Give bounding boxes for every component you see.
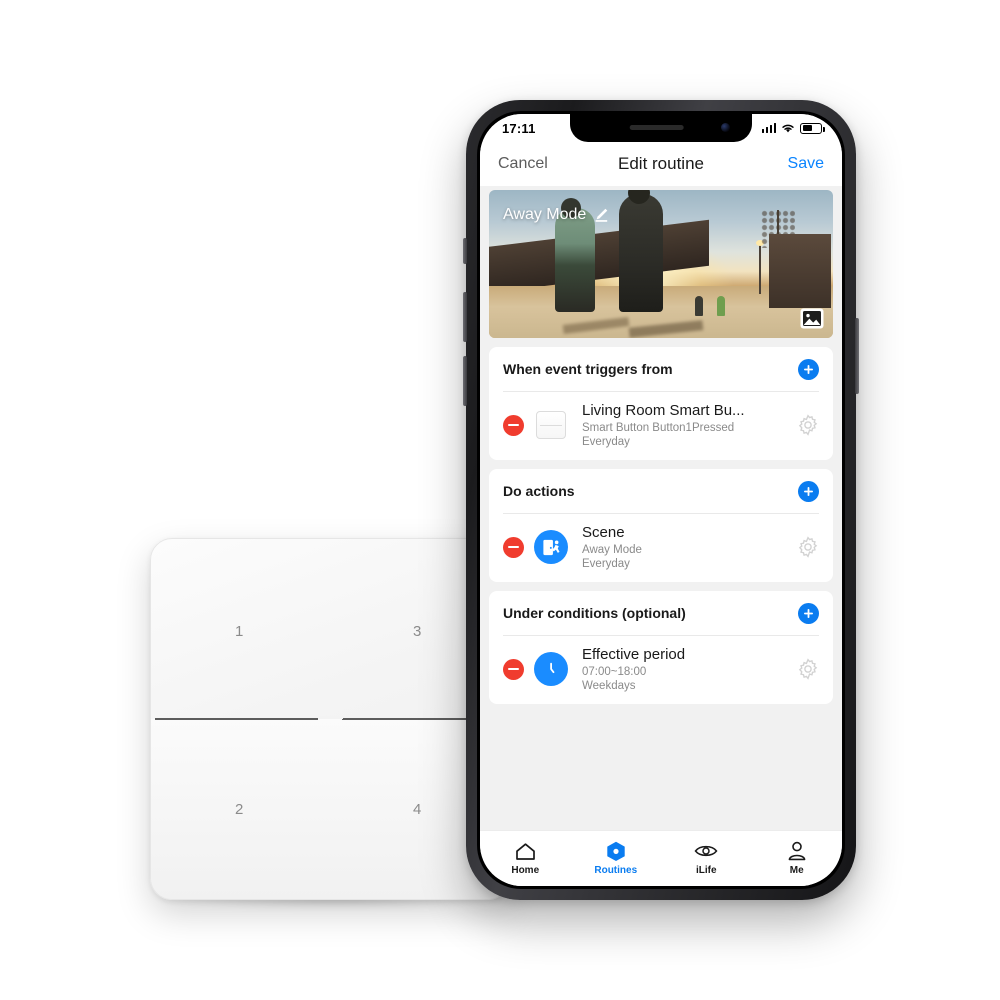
phone-volume-up-button[interactable] (463, 292, 467, 342)
add-action-button[interactable] (798, 480, 819, 502)
hero-runner-2 (619, 190, 663, 312)
condition-text-group: Effective period 07:00~18:00 Weekdays (578, 646, 787, 692)
image-picker-icon[interactable] (800, 308, 824, 329)
tab-me-label: Me (789, 865, 804, 876)
hero-runner-4 (717, 296, 725, 316)
status-bar-time: 17:11 (502, 120, 536, 136)
scene-exit-door-icon (534, 530, 568, 564)
routine-name: Away Mode (503, 206, 587, 223)
condition-title: Effective period (582, 646, 686, 663)
hero-runner-3 (695, 296, 703, 316)
battery-icon (800, 122, 825, 134)
pencil-edit-icon[interactable] (593, 207, 609, 223)
smart-button-device-icon (534, 408, 568, 442)
action-row[interactable]: Scene Away Mode Everyday (489, 514, 833, 582)
trigger-row[interactable]: Living Room Smart Bu... Smart Button But… (489, 392, 833, 460)
condition-subtitle-1: 07:00~18:00 (582, 666, 647, 678)
condition-subtitle-2: Weekdays (582, 680, 636, 692)
routine-cover-image[interactable]: Away Mode (489, 190, 833, 338)
switch-seam-gap (319, 716, 343, 720)
action-subtitle-2: Everyday (582, 558, 630, 570)
tab-me[interactable]: Me (752, 841, 843, 876)
tab-routines[interactable]: Routines (571, 841, 662, 876)
action-title: Scene (582, 524, 625, 541)
action-text-group: Scene Away Mode Everyday (578, 524, 787, 570)
page-title: Edit routine (618, 154, 704, 173)
trigger-subtitle-1: Smart Button Button1Pressed (582, 422, 735, 434)
section-title: Do actions (503, 483, 575, 499)
phone-bezel: 17:11 Cancel Edit routine Save Away Mode… (477, 111, 845, 889)
section-header: When event triggers from (489, 347, 833, 391)
phone-notch (570, 114, 752, 142)
action-subtitle-1: Away Mode (582, 544, 642, 556)
tab-home[interactable]: Home (480, 841, 571, 876)
hexagon-icon (606, 841, 626, 861)
tab-ilife[interactable]: iLife (661, 841, 752, 876)
section-title: Under conditions (optional) (503, 605, 686, 621)
section-title: When event triggers from (503, 361, 673, 377)
remove-condition-button[interactable] (503, 658, 524, 680)
switch-seam-left (155, 718, 318, 720)
front-camera-icon (721, 123, 730, 132)
add-trigger-button[interactable] (798, 358, 819, 380)
hero-wall-decor (489, 219, 709, 294)
switch-button-label-4: 4 (413, 801, 422, 818)
smart-wall-switch-device: 1 3 2 4 (150, 538, 510, 900)
remove-trigger-button[interactable] (503, 414, 524, 436)
condition-row[interactable]: Effective period 07:00~18:00 Weekdays (489, 636, 833, 704)
gear-icon[interactable] (797, 658, 819, 680)
switch-button-label-1: 1 (235, 623, 244, 640)
tab-home-label: Home (511, 865, 540, 876)
hero-title-group: Away Mode (503, 206, 609, 224)
clock-icon (534, 652, 568, 686)
section-card-actions: Do actions Scene Away Mode Everyday (489, 469, 833, 582)
add-condition-button[interactable] (798, 602, 819, 624)
cancel-button[interactable]: Cancel (498, 155, 548, 173)
save-button[interactable]: Save (788, 155, 824, 173)
phone-power-button[interactable] (855, 318, 859, 394)
section-card-triggers: When event triggers from Living Room Sma… (489, 347, 833, 460)
gear-icon[interactable] (797, 414, 819, 436)
earpiece-speaker-icon (629, 125, 684, 130)
phone-screen: 17:11 Cancel Edit routine Save Away Mode… (480, 114, 842, 886)
remove-action-button[interactable] (503, 536, 524, 558)
tab-routines-label: Routines (594, 865, 638, 876)
switch-button-label-3: 3 (413, 623, 422, 640)
phone-mute-switch[interactable] (463, 238, 467, 264)
phone-volume-down-button[interactable] (463, 356, 467, 406)
hero-streetlamp-decor (756, 240, 764, 294)
gear-icon[interactable] (797, 536, 819, 558)
bottom-tab-bar: Home Routines iLife Me (480, 830, 842, 886)
smartphone-mockup: 17:11 Cancel Edit routine Save Away Mode… (463, 100, 859, 900)
navigation-bar: Cancel Edit routine Save (480, 142, 842, 186)
switch-top-half (151, 539, 509, 719)
switch-bottom-half (151, 719, 509, 899)
section-header: Do actions (489, 469, 833, 513)
screenshot-canvas: 1 3 2 4 17:11 Cancel Edit routine Save A… (0, 0, 1000, 1000)
section-header: Under conditions (optional) (489, 591, 833, 635)
switch-button-label-2: 2 (235, 801, 244, 818)
eye-icon (694, 841, 718, 861)
wifi-icon (782, 124, 794, 132)
hero-building-decor (769, 234, 831, 308)
section-card-conditions: Under conditions (optional) Effective pe… (489, 591, 833, 704)
trigger-subtitle-2: Everyday (582, 436, 630, 448)
status-bar-indicators (761, 122, 825, 134)
trigger-title: Living Room Smart Bu... (582, 402, 745, 419)
person-icon (787, 841, 807, 861)
trigger-text-group: Living Room Smart Bu... Smart Button But… (578, 402, 787, 448)
home-icon (515, 841, 536, 861)
tab-ilife-label: iLife (695, 865, 717, 876)
cellular-bars-icon (761, 123, 776, 133)
routine-editor-content: Away Mode When event triggers from Livin… (480, 186, 842, 830)
